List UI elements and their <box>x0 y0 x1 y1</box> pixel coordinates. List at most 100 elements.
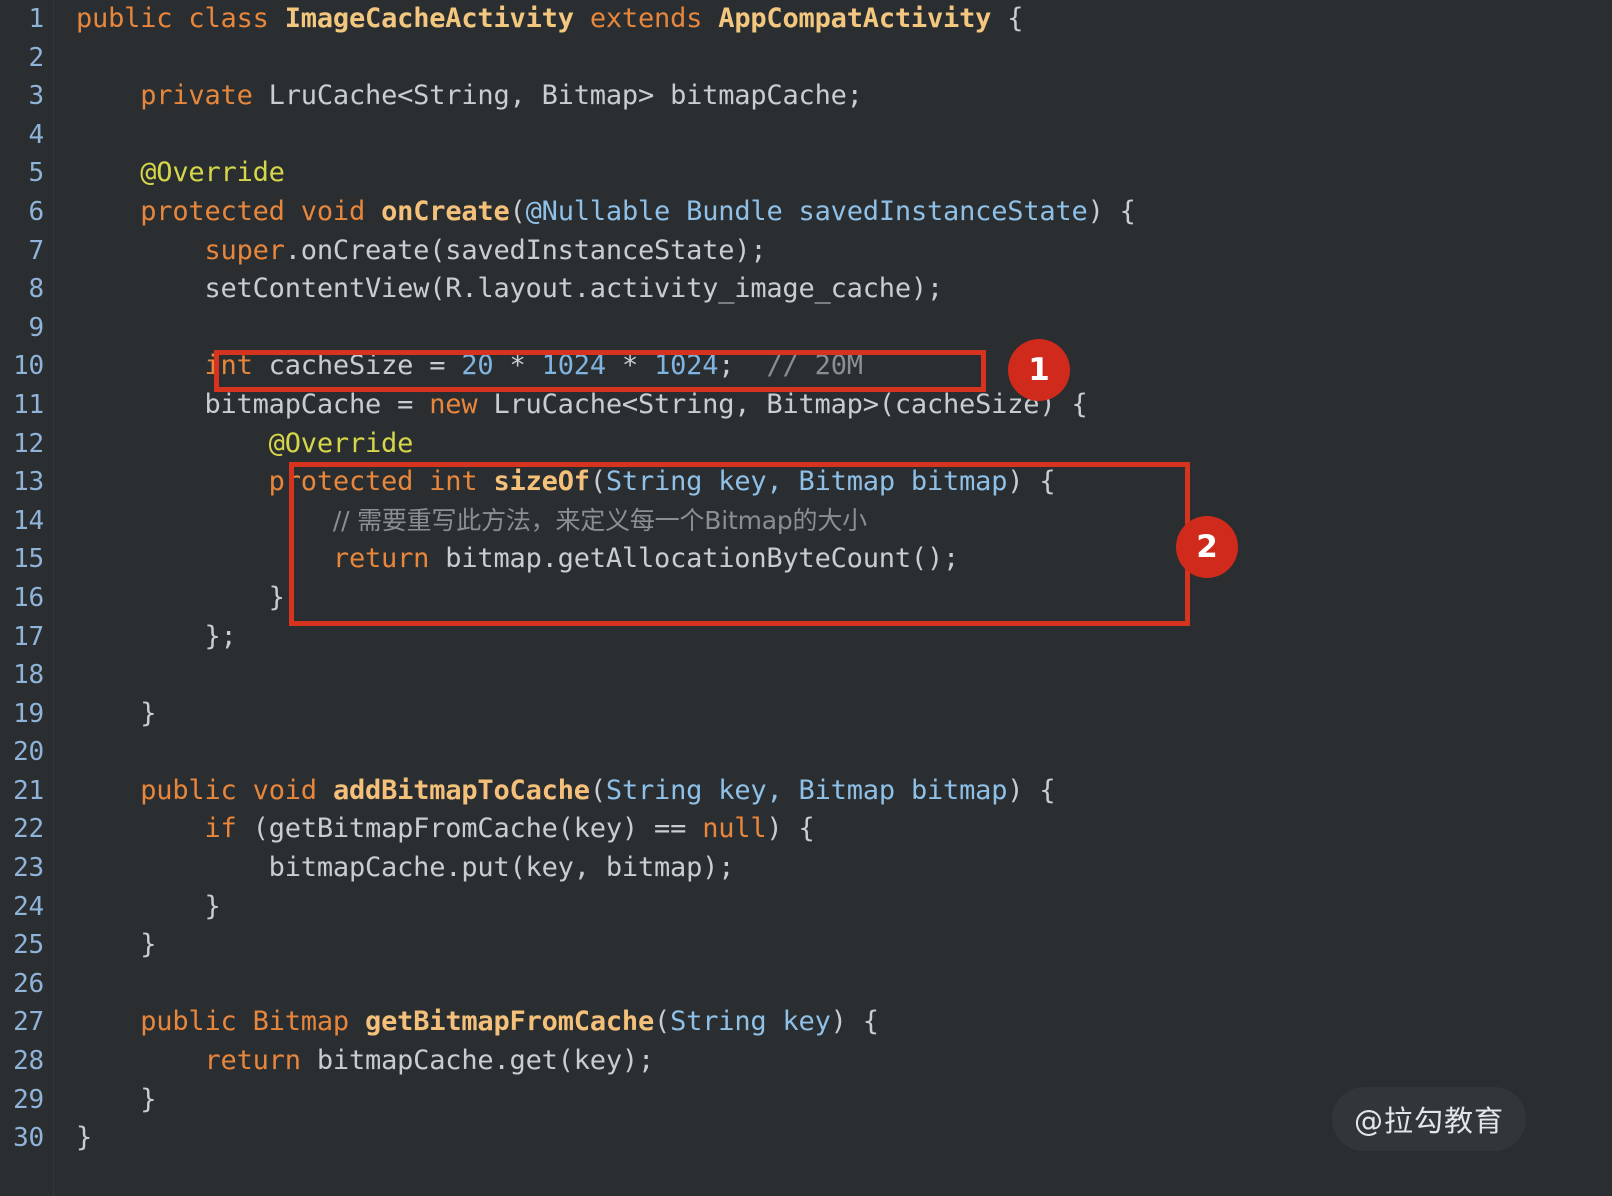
code-line[interactable]: 10 int cacheSize = 20 * 1024 * 1024; // … <box>0 347 1612 386</box>
code-line[interactable]: 24 } <box>0 888 1612 927</box>
code-token: null <box>702 813 767 845</box>
code-line[interactable]: 27 public Bitmap getBitmapFromCache(Stri… <box>0 1003 1612 1042</box>
code-token: @Override <box>268 427 414 459</box>
code-token: getBitmapFromCache <box>365 1006 655 1038</box>
code-line[interactable]: 1 public class ImageCacheActivity extends… <box>0 0 1612 39</box>
code-token: onCreate <box>381 195 510 227</box>
code-token: ( <box>589 774 606 806</box>
code-line[interactable]: 21 public void addBitmapToCache(String k… <box>0 772 1612 811</box>
code-token: ; <box>718 350 767 382</box>
line-number: 21 <box>13 775 44 806</box>
code-line[interactable]: 18 <box>0 656 1612 695</box>
code-token: cacheSize = <box>252 350 462 382</box>
line-number: 13 <box>13 467 44 498</box>
code-line[interactable]: 9 <box>0 309 1612 348</box>
code-token: void <box>300 195 366 227</box>
line-number: 15 <box>13 544 44 575</box>
code-token: int <box>429 466 478 498</box>
code-token: ) { <box>1007 466 1056 498</box>
code-token: ( <box>509 195 526 227</box>
line-number: 25 <box>13 930 44 961</box>
code-line[interactable]: 22 if (getBitmapFromCache(key) == null) … <box>0 810 1612 849</box>
code-token: public <box>140 774 237 806</box>
code-line[interactable]: 16 } <box>0 579 1612 618</box>
code-line[interactable]: 13 protected int sizeOf(String key, Bitm… <box>0 463 1612 502</box>
line-number: 8 <box>28 274 45 305</box>
code-token: bitmapCache.get(key); <box>300 1045 655 1077</box>
code-line[interactable]: 4 <box>0 116 1612 155</box>
line-number: 11 <box>13 389 44 420</box>
code-token: protected <box>140 195 285 227</box>
code-line[interactable]: 26 <box>0 965 1612 1004</box>
code-token: String key, Bitmap bitmap <box>605 774 1008 806</box>
code-line[interactable]: 20 <box>0 733 1612 772</box>
code-line[interactable]: 7 super.onCreate(savedInstanceState); <box>0 232 1612 271</box>
code-token: } <box>76 697 157 729</box>
code-line[interactable]: 8 setContentView(R.layout.activity_image… <box>0 270 1612 309</box>
annotation-badge-2: 2 <box>1176 516 1238 578</box>
code-lines-container: 1 public class ImageCacheActivity extends… <box>0 0 1612 1158</box>
code-line-text: } <box>76 888 220 927</box>
code-line-text: public Bitmap getBitmapFromCache(String … <box>76 1003 879 1042</box>
code-token: class <box>188 3 269 34</box>
code-token: * <box>605 350 655 382</box>
code-line-text: } <box>76 926 156 965</box>
code-token: ) { <box>830 1006 879 1038</box>
code-line[interactable]: 17 }; <box>0 618 1612 657</box>
code-token: bitmapCache.put(key, bitmap); <box>76 852 735 884</box>
code-line[interactable]: 14 // 需要重写此方法，来定义每一个Bitmap的大小 <box>0 502 1612 541</box>
line-number: 30 <box>13 1123 44 1154</box>
code-token: * <box>493 350 542 382</box>
code-token: ) { <box>766 813 815 845</box>
code-token: } <box>76 581 285 613</box>
line-number: 6 <box>28 196 45 227</box>
code-line[interactable]: 23 bitmapCache.put(key, bitmap); <box>0 849 1612 888</box>
line-number: 26 <box>13 968 44 999</box>
code-line[interactable]: 19 } <box>0 695 1612 734</box>
line-number: 27 <box>13 1007 44 1038</box>
code-line-text: super.onCreate(savedInstanceState); <box>76 232 766 271</box>
line-number: 24 <box>13 891 44 922</box>
code-line[interactable]: 2 <box>0 39 1612 78</box>
line-number: 1 <box>28 4 45 34</box>
code-line[interactable]: 28 return bitmapCache.get(key); <box>0 1042 1612 1081</box>
code-line[interactable]: 12 @Override <box>0 425 1612 464</box>
code-line[interactable]: 15 return bitmap.getAllocationByteCount(… <box>0 540 1612 579</box>
line-number: 28 <box>13 1046 44 1077</box>
code-editor-pane[interactable]: 1 public class ImageCacheActivity extends… <box>0 0 1612 1196</box>
code-token: bitmap.getAllocationByteCount(); <box>429 543 960 575</box>
code-token: return <box>332 543 430 575</box>
code-token: extends <box>589 3 703 34</box>
code-token: } <box>76 1122 93 1154</box>
code-token: addBitmapToCache <box>332 774 590 806</box>
code-token: { <box>991 3 1024 34</box>
code-line-text: int cacheSize = 20 * 1024 * 1024; // 20M <box>76 347 863 386</box>
watermark: @拉勾教育 <box>1332 1087 1527 1151</box>
code-line-text: @Override <box>76 154 285 193</box>
code-token: 1024 <box>541 350 606 382</box>
annotation-badge-1: 1 <box>1008 339 1070 401</box>
code-line-text: } <box>76 1119 92 1158</box>
line-number: 23 <box>13 853 44 884</box>
code-line-text: private LruCache<String, Bitmap> bitmapC… <box>76 77 863 116</box>
line-number: 2 <box>28 42 45 73</box>
code-token: 1024 <box>654 350 719 382</box>
code-line[interactable]: 5 @Override <box>0 154 1612 193</box>
code-line[interactable]: 25 } <box>0 926 1612 965</box>
code-token: bitmapCache = <box>76 388 430 420</box>
code-token: String key, Bitmap bitmap <box>605 466 1008 498</box>
code-token: protected <box>268 466 414 498</box>
line-number: 19 <box>13 698 44 729</box>
code-line[interactable]: 3 private LruCache<String, Bitmap> bitma… <box>0 77 1612 116</box>
code-line[interactable]: 6 protected void onCreate(@Nullable Bund… <box>0 193 1612 232</box>
code-line[interactable]: 11 bitmapCache = new LruCache<String, Bi… <box>0 386 1612 425</box>
